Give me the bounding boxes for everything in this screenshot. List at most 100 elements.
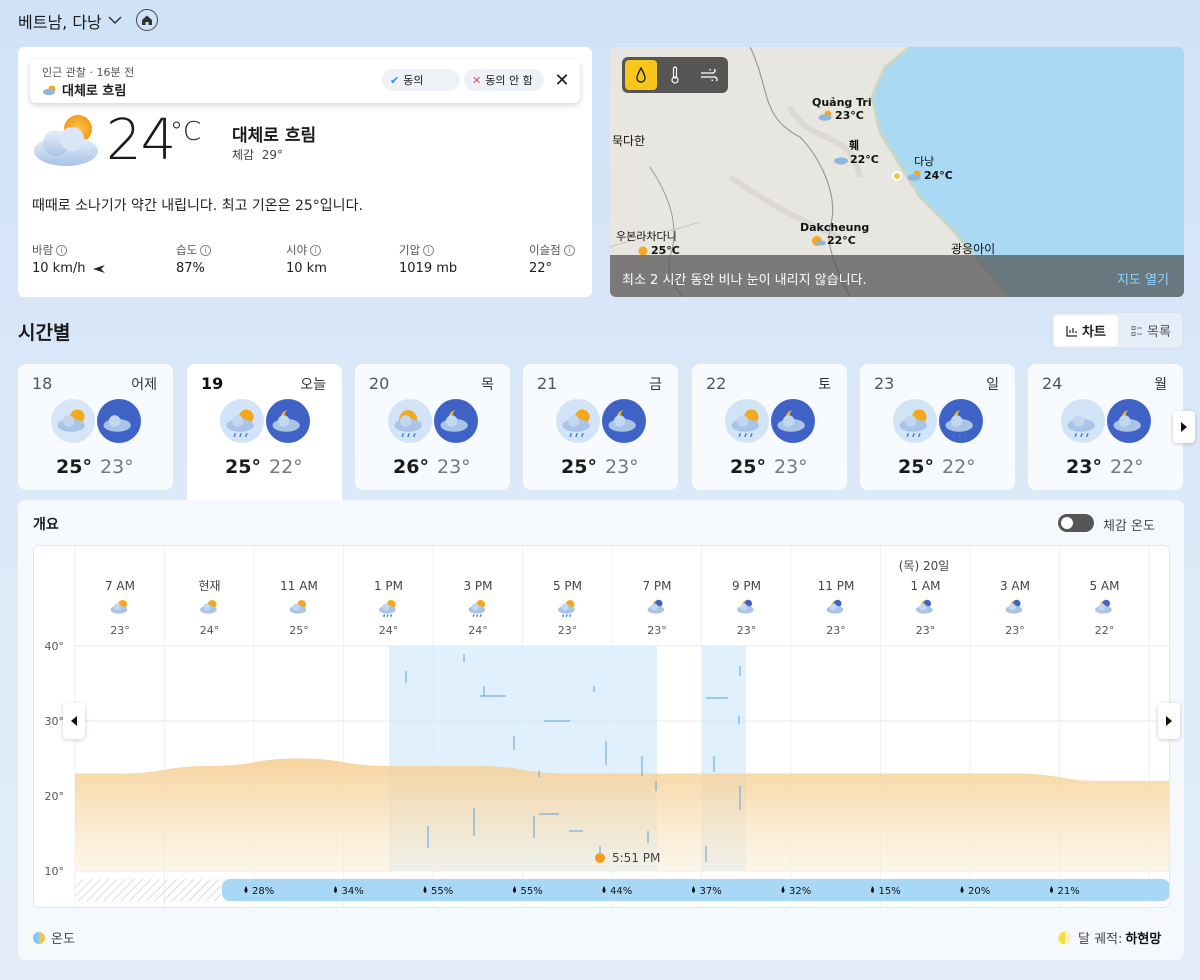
wind-value-text: 10 km/h [32,261,86,276]
partly-cloudy-icon [818,110,832,121]
visibility-value: 10 km [286,261,327,276]
hour-temp: 25° [289,624,309,637]
day-high-temp: 26° [393,456,429,478]
map-city-hue[interactable]: 훼 22°C [833,137,879,166]
weather-map[interactable]: Quảng Tri 23°C 훼 22°C 다낭 24°C Dakcheung … [610,47,1184,297]
precip-no-data [75,879,221,901]
location-selector[interactable]: 베트남, 다낭 [18,9,122,33]
humidity-label[interactable]: 습도 i [176,242,212,258]
precip-chance: 55% [431,886,453,897]
day-number: 22 [706,374,727,393]
day-icons [50,398,142,444]
y-tick-label: 10° [45,865,65,878]
day-card-20[interactable]: 20 목 26° 23° [355,364,510,490]
wind-label[interactable]: 바람 i [32,242,68,258]
precip-chance: 34% [342,886,364,897]
precip-chance: 55% [521,886,543,897]
info-icon: i [56,244,68,256]
day-card-18[interactable]: 18 어제 25° 23° [18,364,173,490]
list-icon [1131,325,1143,336]
observation-source: 인근 관찰 · 16분 전 [42,66,135,79]
disagree-button[interactable]: ✕ 동의 안 함 [464,69,544,91]
map-city-quang-tri[interactable]: Quảng Tri 23°C [812,96,872,122]
city-name: Dakcheung [800,221,870,234]
chevron-left-icon [71,716,77,726]
map-city-da-nang[interactable]: 다낭 24°C [892,153,953,182]
hour-temp: 24° [379,624,399,637]
city-name: Quảng Tri [812,96,872,109]
day-icons [555,398,647,444]
precip-chance: 21% [1058,886,1080,897]
current-temperature: 24 [106,108,176,173]
chart-view-button[interactable]: 차트 [1054,315,1118,346]
temperature-layer-button[interactable] [659,60,691,90]
partly-cloudy-night-icon [916,599,933,614]
y-tick-label: 20° [45,790,65,803]
chart-next-button[interactable] [1158,703,1180,739]
day-number: 19 [201,374,224,393]
temperature-legend-icon [33,931,45,944]
precip-chance: 20% [968,886,990,897]
sunset-label: 5:51 PM [612,851,660,865]
pressure-label[interactable]: 기압 i [399,242,435,258]
precipitation-layer-button[interactable] [625,60,657,90]
info-icon: i [200,244,212,256]
agree-label: 동의 [403,74,424,87]
map-precip-message: 최소 2 시간 동안 비나 눈이 내리지 않습니다. [622,273,867,288]
open-map-link[interactable]: 지도 열기 [1117,269,1169,288]
day-low-temp: 23° [100,456,134,478]
dew-point-label[interactable]: 이슬점 i [529,242,575,258]
partly-cloudy-icon [907,170,921,181]
precip-chance: 15% [879,886,901,897]
hour-label: 5 AM [1089,579,1119,593]
day-card-23[interactable]: 23 일 25° 22° [860,364,1015,490]
legend-moon: 달 궤적: 하현망 [1058,928,1161,947]
current-condition: 대체로 흐림 [232,126,317,146]
showers-day-icon [379,599,396,617]
day-card-24[interactable]: 24 월 23° 22° [1028,364,1183,490]
partly-cloudy-night-icon [826,599,844,614]
chart-icon [1066,325,1078,337]
day-high-temp: 25° [561,456,597,478]
hourly-chart: 40° 30° 20° 10° 5:51 PM (목) 20일 7 AM 23° 현재 24° 11… [33,545,1170,908]
chart-prev-button[interactable] [63,703,85,739]
visibility-label[interactable]: 시야 i [286,242,322,258]
feels-like-toggle[interactable] [1058,514,1094,532]
list-view-button[interactable]: 목록 [1120,315,1182,346]
info-icon: i [310,244,322,256]
day-low-temp: 22° [942,456,976,478]
legend-temperature: 온도 [33,928,75,947]
day-card-22[interactable]: 22 토 25° 23° [692,364,847,490]
info-icon: i [563,244,575,256]
day-high-temp: 25° [225,456,261,478]
day-low-temp: 22° [269,456,303,478]
legend-temperature-label: 온도 [51,932,75,947]
next-days-button[interactable] [1173,411,1195,443]
home-icon [142,15,152,25]
day-card-21[interactable]: 21 금 25° 23° [523,364,678,490]
agree-button[interactable]: ✔ 동의 [382,69,460,91]
home-button[interactable] [136,9,158,31]
day-number: 24 [1042,374,1063,393]
observation-condition: 대체로 흐림 [42,80,126,99]
partly-cloudy-night-icon [647,599,665,614]
showers-day-icon [558,599,575,617]
hour-temp: 23° [826,624,846,637]
moon-icon [1058,931,1072,944]
day-high-temp: 25° [56,456,92,478]
precip-bar [222,879,1169,901]
wind-icon [701,69,718,81]
pressure-label-text: 기압 [399,243,421,257]
precip-chance: 44% [610,886,632,897]
map-city-ubon[interactable]: 우본라차다니 25°C [616,228,680,257]
day-low-temp: 22° [1110,456,1144,478]
wind-layer-button[interactable] [693,60,725,90]
close-icon[interactable]: ✕ [552,70,572,91]
city-name: 훼 [849,139,860,152]
day-high-temp: 23° [1066,456,1102,478]
hour-label: 11 AM [280,579,318,593]
map-city-dakcheung[interactable]: Dakcheung 22°C [800,221,869,247]
partly-cloudy-night-icon [1005,599,1023,614]
visibility-label-text: 시야 [286,243,308,257]
day-card-19[interactable]: 19 오늘 25° 22° [187,364,342,504]
